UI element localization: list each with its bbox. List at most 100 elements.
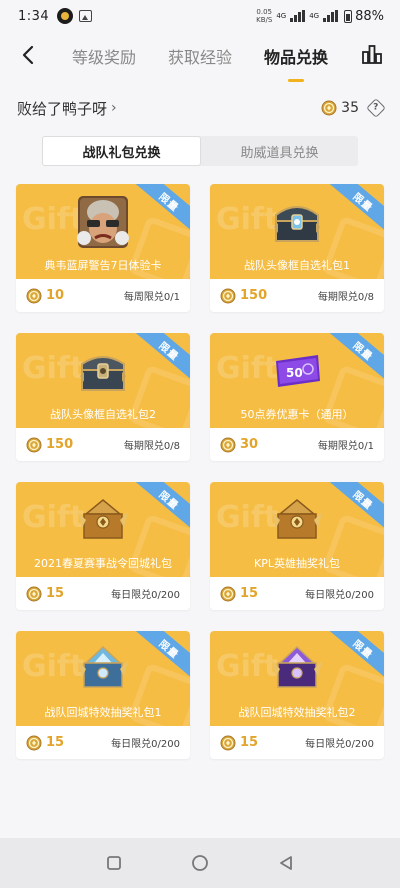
card-footer: 150 每期限兑0/8 [210,279,384,312]
system-nav-bar [0,838,400,888]
item-card[interactable]: Gift 限量 2021春夏赛事战令回城礼包 15 每日限兑0/200 [16,482,190,610]
item-price: 15 [220,586,258,602]
item-price: 30 [220,437,258,453]
item-title: 典韦蓝屏警告7日体验卡 [44,259,162,272]
item-limit: 每期限兑0/8 [123,441,180,452]
item-card[interactable]: Gift 限量 战队头像框自选礼包2 150 每期限兑0/8 [16,333,190,461]
gold-chest-icon [270,492,324,548]
card-banner: Gift 限量 典韦蓝屏警告7日体验卡 [16,184,190,279]
item-card[interactable]: Gift 限量 战队回城特效抽奖礼包2 15 每日限兑0/200 [210,631,384,759]
top-nav: 等级奖励 获取经验 物品兑换 [0,32,400,82]
card-footer: 10 每周限兑0/1 [16,279,190,312]
ranking-chart-icon[interactable] [362,44,382,64]
card-banner: Gift 限量 战队回城特效抽奖礼包1 [16,631,190,726]
tab-level-rewards[interactable]: 等级奖励 [72,44,136,68]
hero-avatar-icon [76,194,130,250]
item-card[interactable]: Gift 限量 典韦蓝屏警告7日体验卡 10 每周限兑0/1 [16,184,190,312]
card-banner: Gift 限量 战队头像框自选礼包2 [16,333,190,428]
card-footer: 150 每期限兑0/8 [16,428,190,461]
segment-team-pack[interactable]: 战队礼包兑换 [42,136,201,166]
segment-cheer-items[interactable]: 助威道具兑换 [201,136,358,166]
item-title: 战队回城特效抽奖礼包1 [44,706,162,719]
coin-icon [26,437,42,452]
item-title: KPL英雄抽奖礼包 [254,557,340,570]
signal-label-1: 4G [276,12,287,20]
coin-icon [321,100,337,116]
gift-watermark: Gift [22,500,85,535]
image-notification-icon [79,10,93,22]
coin-icon [26,735,42,750]
blue-chest-icon [76,641,130,697]
item-price: 15 [26,586,64,602]
help-icon[interactable]: ? [366,98,386,118]
treasure-chest-icon [76,343,130,399]
signal-label-2: 4G [309,12,320,20]
item-limit: 每期限兑0/8 [317,292,374,303]
item-price: 150 [220,288,267,304]
item-title: 战队头像框自选礼包2 [50,408,156,421]
coupon-card-icon: 50 [270,343,324,399]
item-price: 10 [26,288,64,304]
coin-icon [26,288,42,303]
tab-get-exp[interactable]: 获取经验 [168,44,232,68]
item-title: 2021春夏赛事战令回城礼包 [34,557,172,570]
item-card[interactable]: Gift 限量 战队回城特效抽奖礼包1 15 每日限兑0/200 [16,631,190,759]
gift-watermark: Gift [216,500,279,535]
item-price: 15 [26,735,64,751]
treasure-chest-icon [270,194,324,250]
coin-icon [220,735,236,750]
gift-watermark: Gift [22,649,85,684]
card-footer: 15 每日限兑0/200 [210,577,384,610]
app-notification-icon [57,8,74,24]
coin-icon [220,586,236,601]
item-limit: 每日限兑0/200 [111,590,180,601]
item-price: 15 [220,735,258,751]
card-footer: 15 每日限兑0/200 [210,726,384,759]
coin-balance: 35 ? [321,98,386,118]
gift-watermark: Gift [216,202,279,237]
item-title: 战队头像框自选礼包1 [244,259,350,272]
home-icon[interactable] [190,853,210,873]
purple-chest-icon [270,641,324,697]
exchange-type-segment: 战队礼包兑换 助威道具兑换 [42,136,358,166]
network-speed: 0.05 KB/S [256,8,273,24]
recent-apps-icon[interactable] [104,853,124,873]
item-title: 50点券优惠卡（通用） [240,408,354,421]
item-card[interactable]: Gift 限量 KPL英雄抽奖礼包 15 每日限兑0/200 [210,482,384,610]
card-banner: Gift 限量 2021春夏赛事战令回城礼包 [16,482,190,577]
item-price: 150 [26,437,73,453]
battery-icon [344,9,353,23]
item-limit: 每日限兑0/200 [305,739,374,750]
coin-icon [26,586,42,601]
signal-icon-2 [323,10,339,22]
item-limit: 每日限兑0/200 [111,739,180,750]
status-bar: 1:34 0.05 KB/S 4G 4G 88% [0,0,400,32]
coupon-value: 50 [286,366,303,380]
status-time: 1:34 [18,8,50,24]
gift-watermark: Gift [216,649,279,684]
item-card[interactable]: Gift 限量 战队头像框自选礼包1 150 每期限兑0/8 [210,184,384,312]
card-banner: Gift 限量 战队回城特效抽奖礼包2 [210,631,384,726]
item-limit: 每日限兑0/200 [305,590,374,601]
username-link[interactable]: 败给了鸭子呀 [17,98,107,119]
gift-watermark: Gift [22,351,85,386]
gift-watermark: Gift [216,351,279,386]
tab-item-exchange[interactable]: 物品兑换 [264,44,328,82]
back-arrow-icon[interactable] [18,44,40,66]
coin-icon [220,288,236,303]
item-card[interactable]: Gift 限量 50 50点券优惠卡（通用） 30 每期限兑0/1 [210,333,384,461]
card-footer: 30 每期限兑0/1 [210,428,384,461]
gift-watermark: Gift [22,202,85,237]
signal-icon [290,10,306,22]
card-banner: Gift 限量 KPL英雄抽奖礼包 [210,482,384,577]
back-triangle-icon[interactable] [276,853,296,873]
coin-count: 35 [341,100,359,116]
coin-icon [220,437,236,452]
card-banner: Gift 限量 战队头像框自选礼包1 [210,184,384,279]
gold-chest-icon [76,492,130,548]
item-title: 战队回城特效抽奖礼包2 [238,706,356,719]
chevron-right-icon[interactable]: › [111,100,117,116]
card-footer: 15 每日限兑0/200 [16,577,190,610]
item-limit: 每周限兑0/1 [123,292,180,303]
user-row: 败给了鸭子呀 › 35 ? [17,96,386,120]
